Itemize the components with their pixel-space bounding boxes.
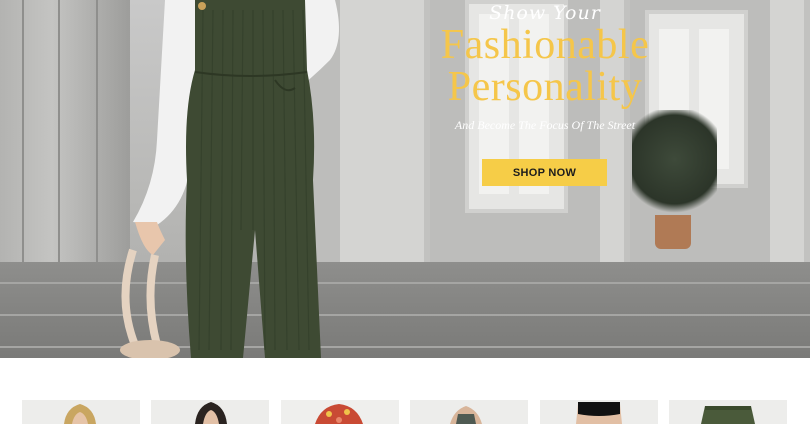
blonde-model-top-icon — [22, 400, 140, 424]
product-thumbnail-strip — [0, 398, 810, 424]
product-thumb-3[interactable] — [281, 400, 399, 424]
model-in-green-overalls-image — [120, 0, 339, 358]
green-shorts-icon — [669, 400, 787, 424]
product-thumb-1[interactable] — [22, 400, 140, 424]
shop-now-button[interactable]: SHOP NOW — [482, 159, 607, 186]
product-thumb-2[interactable] — [151, 400, 269, 424]
hero-script-line: Show Your — [489, 2, 601, 24]
hero-subheadline: And Become The Focus Of The Street — [454, 118, 636, 132]
floral-print-top-icon — [281, 400, 399, 424]
hero-slogan: Show Your Fashionable Personality And Be… — [405, 0, 685, 133]
hero-headline-line-1: Fashionable — [440, 22, 650, 68]
tank-top-model-icon — [410, 400, 528, 424]
black-crop-top-icon — [540, 400, 658, 424]
product-thumb-4[interactable] — [410, 400, 528, 424]
hero-headline-line-2: Personality — [447, 64, 643, 110]
hero-banner[interactable]: Show Your Fashionable Personality And Be… — [0, 0, 810, 358]
product-thumb-6[interactable] — [669, 400, 787, 424]
dark-hair-model-top-icon — [151, 400, 269, 424]
plant-pot-icon — [655, 215, 691, 249]
product-thumb-5[interactable] — [540, 400, 658, 424]
